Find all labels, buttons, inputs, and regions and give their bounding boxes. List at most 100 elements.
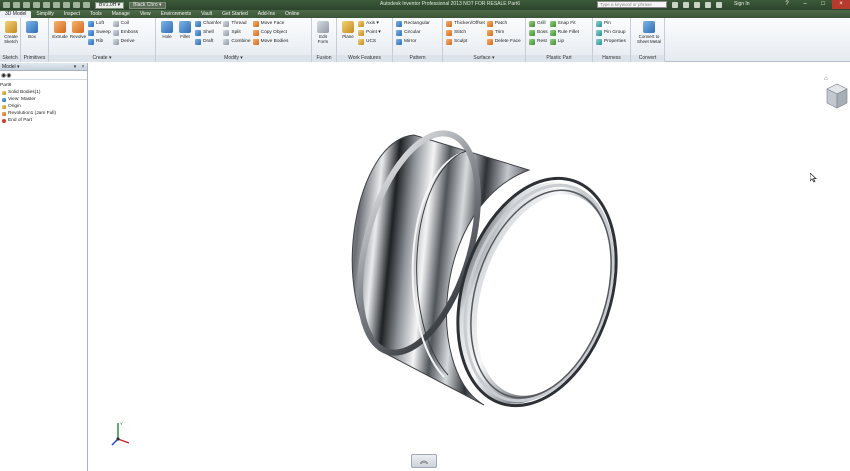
graphics-window[interactable]: ⌂ Y ︽ xyxy=(89,63,850,471)
tab-environments[interactable]: Environments xyxy=(156,11,197,18)
tab-manage[interactable]: Manage xyxy=(107,11,135,18)
close-icon[interactable]: × xyxy=(832,0,850,9)
split-icon xyxy=(223,29,230,36)
panel-title-modify: Modify ▾ xyxy=(156,55,311,62)
browser-options-icon[interactable]: ▾ xyxy=(72,64,78,70)
update-icon[interactable] xyxy=(73,2,80,8)
tab-add-ins[interactable]: Add-Ins xyxy=(253,11,280,18)
sculpt-button[interactable]: Sculpt xyxy=(446,37,485,46)
tab-inspect[interactable]: Inspect xyxy=(59,11,85,18)
sweep-icon xyxy=(88,29,94,36)
tab-view[interactable]: View xyxy=(135,11,156,18)
select-icon[interactable] xyxy=(83,2,90,8)
boss-button[interactable]: Boss xyxy=(529,28,548,37)
subscription-icon[interactable] xyxy=(683,2,689,8)
viewcube[interactable] xyxy=(823,77,849,117)
rectangular-label: Rectangular xyxy=(404,21,430,26)
new-icon[interactable] xyxy=(13,2,20,8)
sweep-button[interactable]: Sweep xyxy=(88,28,111,37)
minimize-icon[interactable]: – xyxy=(796,0,814,9)
revolve-icon xyxy=(72,21,84,33)
help-search-input[interactable]: Type a keyword or phrase xyxy=(597,1,667,8)
tree-item-solid-bodies[interactable]: Solid Bodies(1) xyxy=(0,89,87,96)
axis-icon xyxy=(358,20,364,27)
snap-fit-button[interactable]: Snap Fit xyxy=(549,19,579,28)
box-label: Box xyxy=(28,34,36,39)
expand-panel-chevron-icon[interactable]: ︽ xyxy=(411,454,437,468)
panel-plastic-part: Grill Boss Rest Snap Fit Rule Fillet Lip… xyxy=(526,18,593,62)
material-dropdown[interactable]: Black Chro ▾ xyxy=(129,1,166,9)
combine-button[interactable]: Combine xyxy=(223,37,251,46)
tree-item-view-master[interactable]: View: Master xyxy=(0,96,87,103)
lip-icon xyxy=(549,38,556,45)
style-dropdown[interactable]: BV1.0H ▾ xyxy=(95,1,125,9)
panel-surface: Thicken/Offset Stitch Sculpt Patch Trim … xyxy=(443,18,526,62)
mirror-button[interactable]: Mirror xyxy=(396,37,430,46)
save-icon[interactable] xyxy=(33,2,40,8)
open-icon[interactable] xyxy=(23,2,30,8)
grill-button[interactable]: Grill xyxy=(529,19,548,28)
stitch-button[interactable]: Stitch xyxy=(446,28,485,37)
tab-tools[interactable]: Tools xyxy=(85,11,107,18)
tree-item-end-of-part[interactable]: End of Part xyxy=(0,117,87,124)
return-icon[interactable] xyxy=(63,2,70,8)
rectangular-button[interactable]: Rectangular xyxy=(396,19,430,28)
pin-button[interactable]: Pin xyxy=(596,19,626,28)
browser-close-icon[interactable]: × xyxy=(80,64,86,70)
rib-button[interactable]: Rib xyxy=(88,37,111,46)
move-bodies-button[interactable]: Move Bodies xyxy=(252,37,288,46)
binoculars-icon[interactable] xyxy=(672,2,678,8)
home-view-icon[interactable]: ⌂ xyxy=(824,76,828,82)
tab-online[interactable]: Online xyxy=(280,11,304,18)
coil-button[interactable]: Coil xyxy=(112,19,138,28)
trim-button[interactable]: Trim xyxy=(486,28,521,37)
ucs-button[interactable]: UCS xyxy=(358,37,381,46)
move-face-button[interactable]: Move Face xyxy=(252,19,289,28)
delete-face-button[interactable]: Delete Face xyxy=(486,37,521,46)
thread-button[interactable]: Thread xyxy=(223,19,250,28)
circular-button[interactable]: Circular xyxy=(396,28,430,37)
tab-simplify[interactable]: Simplify xyxy=(31,11,59,18)
split-button[interactable]: Split xyxy=(223,28,250,37)
pin-group-button[interactable]: Pin Group xyxy=(596,28,626,37)
thicken-offset-button[interactable]: Thicken/Offset xyxy=(446,19,485,28)
pin-icon xyxy=(596,20,602,27)
svg-text:Y: Y xyxy=(120,421,123,426)
patch-button[interactable]: Patch xyxy=(486,19,521,28)
tab-3d-model[interactable]: 3D Model xyxy=(0,11,32,18)
tree-item-revolution[interactable]: Revolution1 (Jam Full) xyxy=(0,110,87,117)
binoculars-filter-icon[interactable]: ◉◉ xyxy=(1,72,11,79)
loft-button[interactable]: Loft xyxy=(88,19,111,28)
shell-button[interactable]: Shell xyxy=(195,28,221,37)
inventor-window: BV1.0H ▾ Black Chro ▾ Autodesk Inventor … xyxy=(0,0,850,471)
axis-button[interactable]: Axis ▾ xyxy=(358,19,381,28)
sign-in-link[interactable]: Sign In xyxy=(734,1,750,7)
user-icon[interactable] xyxy=(716,2,722,8)
tab-vault[interactable]: Vault xyxy=(196,11,217,18)
revolved-part-model[interactable] xyxy=(334,115,624,415)
copy-object-button[interactable]: Copy Object xyxy=(252,28,289,37)
star-icon[interactable] xyxy=(705,2,711,8)
derive-button[interactable]: Derive xyxy=(112,37,138,46)
stitch-label: Stitch xyxy=(454,30,466,35)
help-icon[interactable]: ? xyxy=(778,0,796,9)
rule-fillet-button[interactable]: Rule Fillet xyxy=(549,28,579,37)
folder-icon xyxy=(2,90,6,95)
point-button[interactable]: Point ▾ xyxy=(358,28,381,37)
tree-item-part[interactable]: Part6 xyxy=(0,82,87,89)
rest-button[interactable]: Rest xyxy=(529,37,548,46)
tab-get-started[interactable]: Get Started xyxy=(217,11,253,18)
chamfer-button[interactable]: Chamfer xyxy=(195,19,221,28)
tree-item-origin[interactable]: Origin xyxy=(0,103,87,110)
properties-button[interactable]: Properties xyxy=(596,37,626,46)
lip-button[interactable]: Lip xyxy=(549,37,579,46)
communication-icon[interactable] xyxy=(694,2,700,8)
redo-icon[interactable] xyxy=(53,2,60,8)
emboss-button[interactable]: Emboss xyxy=(112,28,138,37)
undo-icon[interactable] xyxy=(43,2,50,8)
maximize-icon[interactable]: □ xyxy=(814,0,832,9)
tree-item-label: Part6 xyxy=(0,83,12,88)
draft-button[interactable]: Draft xyxy=(195,37,221,46)
create-sketch-label: Create Sketch xyxy=(4,34,18,44)
app-menu-icon[interactable] xyxy=(3,2,10,8)
